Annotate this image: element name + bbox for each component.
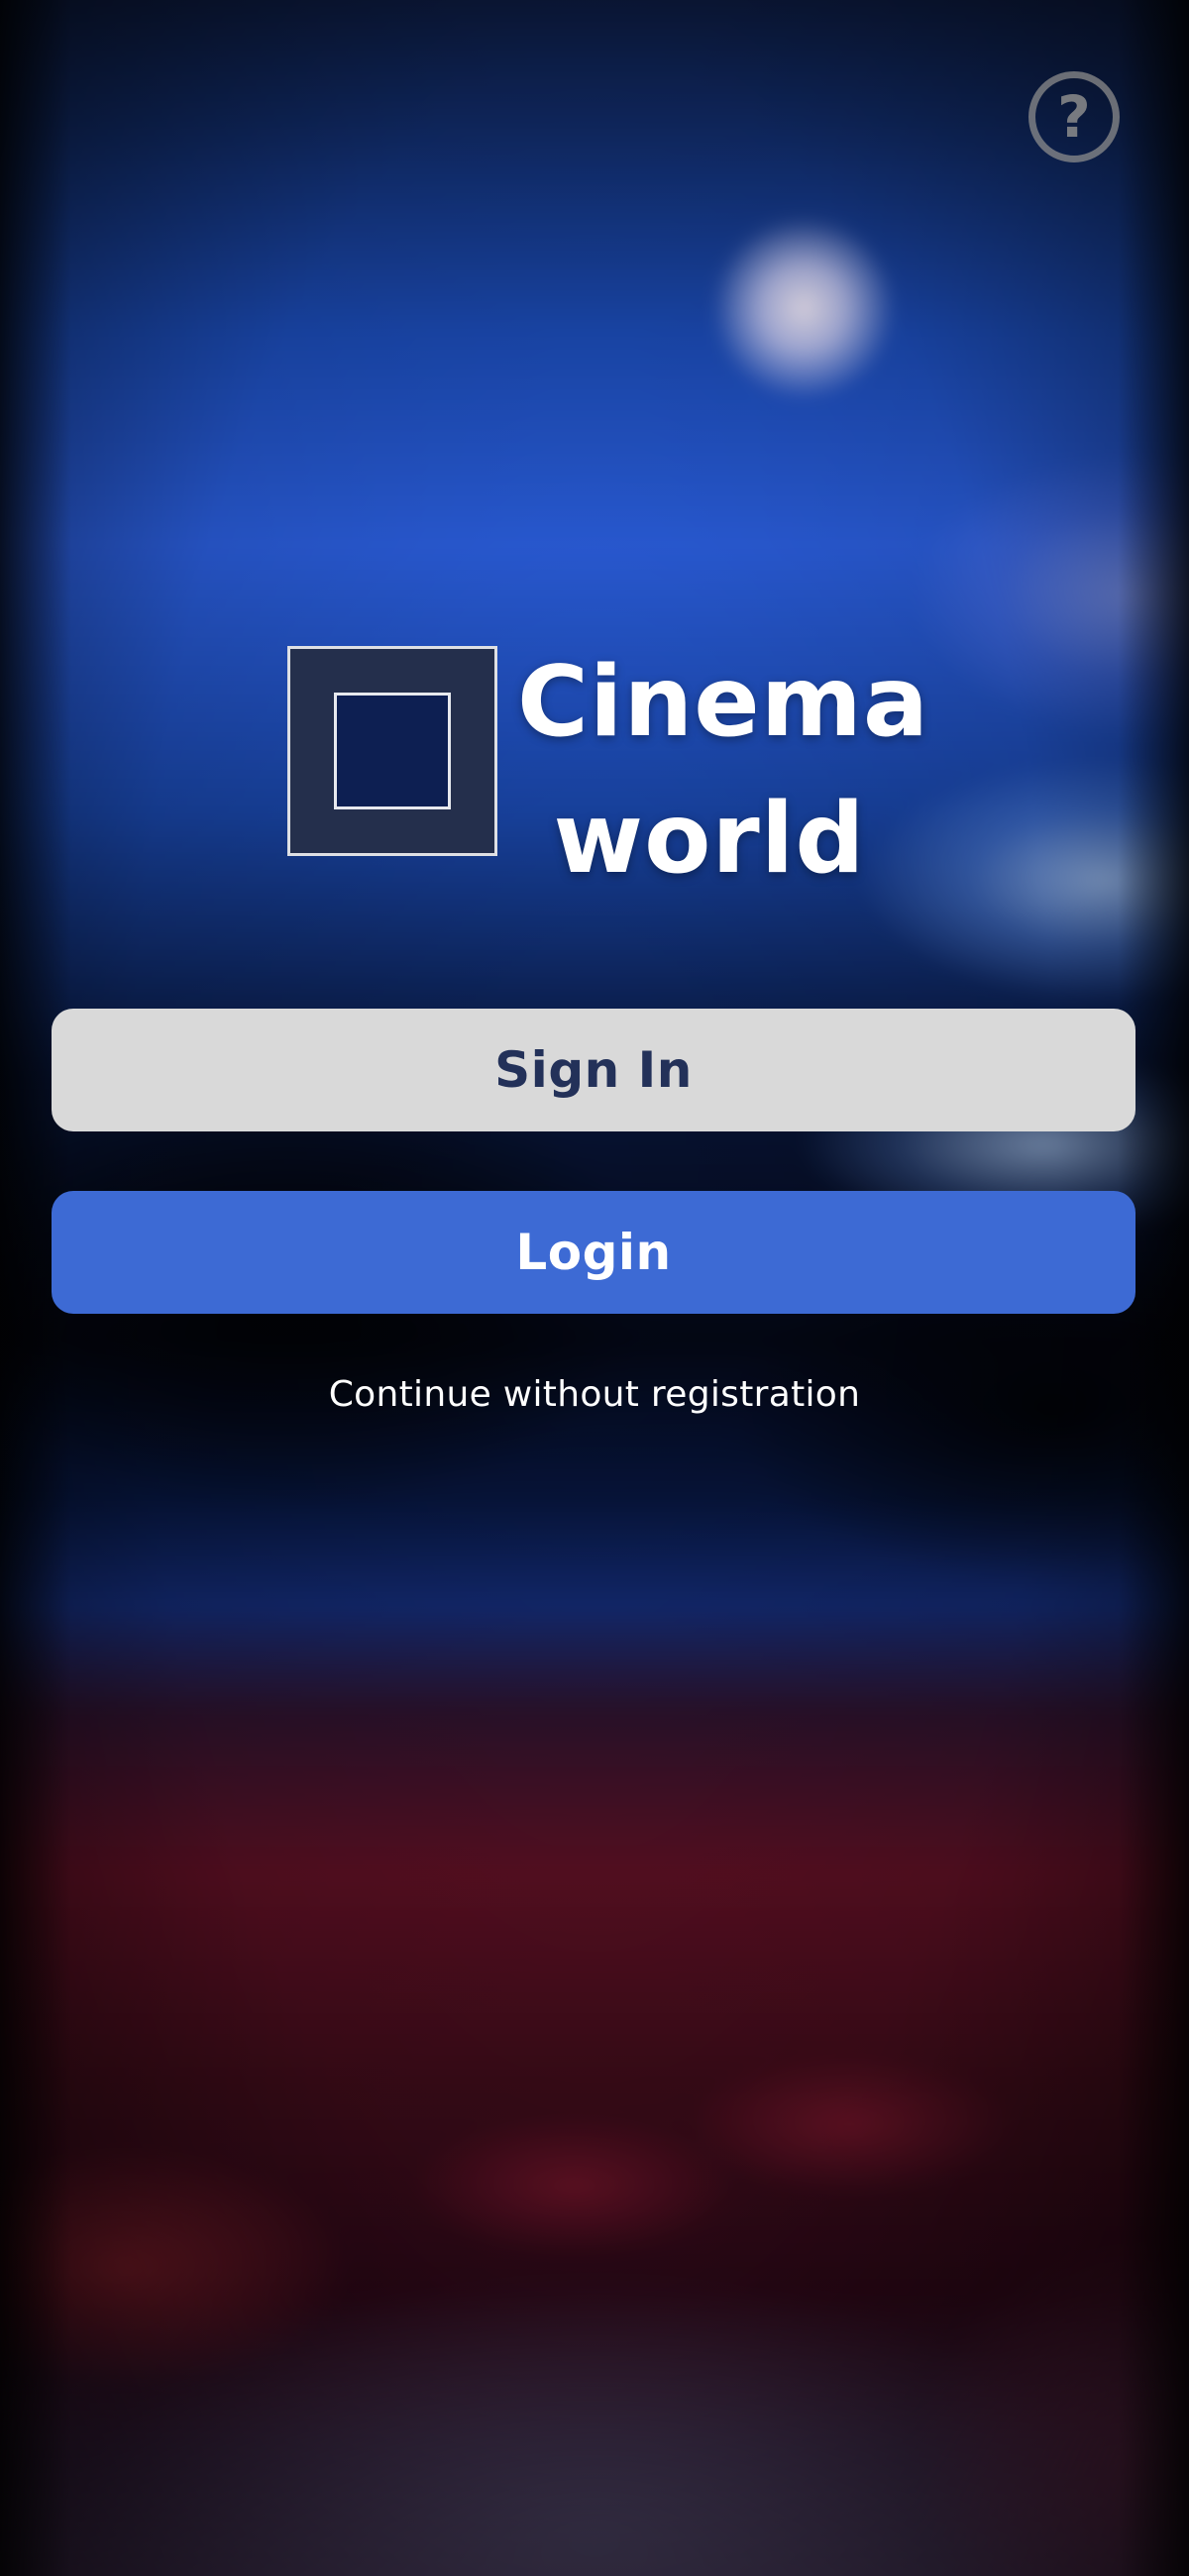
help-button[interactable]: ?	[1028, 71, 1120, 162]
login-button[interactable]: Login	[52, 1191, 1135, 1314]
app-title-line1: Cinema	[517, 646, 929, 759]
app-logo	[287, 646, 497, 856]
login-button-label: Login	[515, 1224, 672, 1281]
start-screen: ? Cinema world Sign In Login Continue wi…	[0, 0, 1189, 2576]
app-title: Cinema world	[517, 634, 928, 908]
continue-without-registration-link[interactable]: Continue without registration	[0, 1367, 1189, 1423]
question-mark-icon: ?	[1057, 83, 1091, 151]
app-title-line2: world	[553, 783, 866, 896]
sign-in-button-label: Sign In	[494, 1041, 693, 1099]
sign-in-button[interactable]: Sign In	[52, 1009, 1135, 1131]
logo-inner-square	[334, 693, 451, 809]
